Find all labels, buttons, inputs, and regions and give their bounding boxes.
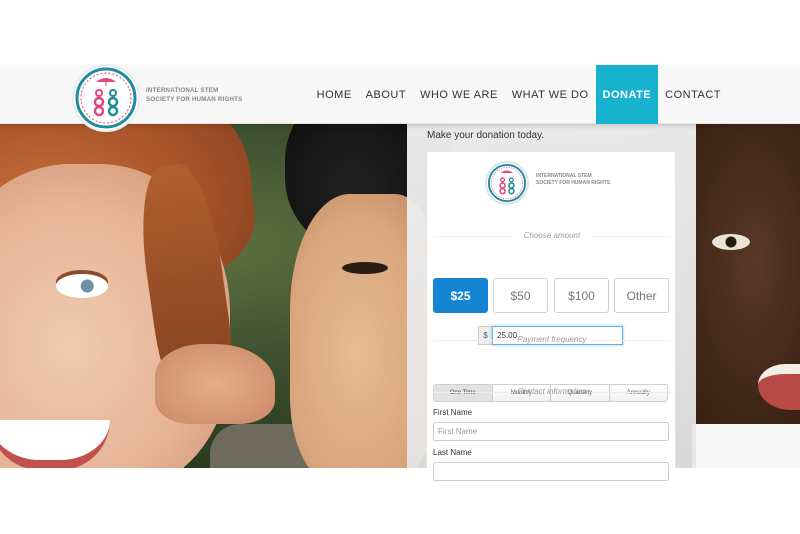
nav-about[interactable]: ABOUT (359, 65, 413, 124)
logo-emblem-icon (75, 67, 137, 129)
boy-eye (342, 262, 388, 274)
right-person-face (690, 124, 800, 468)
first-name-label: First Name (433, 408, 473, 417)
donation-heading: Make your donation today. (427, 130, 545, 141)
hand (155, 344, 275, 424)
last-name-label: Last Name (433, 448, 472, 457)
right-person-eye (712, 234, 750, 250)
right-person-shirt (692, 424, 800, 468)
amount-100-button[interactable]: $100 (554, 278, 609, 313)
first-name-input[interactable] (433, 422, 669, 441)
logo-emblem-icon (487, 163, 527, 203)
main-nav: HOME ABOUT WHO WE ARE WHAT WE DO DONATE … (310, 65, 728, 124)
brand-line-2: SOCIETY FOR HUMAN RIGHTS (146, 96, 243, 103)
contact-info-label: Contact information (433, 387, 671, 396)
last-name-input[interactable] (433, 462, 669, 481)
girl-eye (56, 274, 108, 298)
form-logo (485, 161, 529, 205)
amount-50-button[interactable]: $50 (493, 278, 548, 313)
form-brand-name: INTERNATIONAL STEM SOCIETY FOR HUMAN RIG… (536, 173, 626, 187)
nav-what-we-do[interactable]: WHAT WE DO (505, 65, 596, 124)
choose-amount-label: Choose amount (433, 231, 671, 240)
brand-name: INTERNATIONAL STEM SOCIETY FOR HUMAN RIG… (146, 86, 256, 104)
form-brand-line-2: SOCIETY FOR HUMAN RIGHTS (536, 180, 611, 186)
amount-other-button[interactable]: Other (614, 278, 669, 313)
donation-form: INTERNATIONAL STEM SOCIETY FOR HUMAN RIG… (426, 152, 676, 481)
nav-contact[interactable]: CONTACT (658, 65, 728, 124)
nav-home[interactable]: HOME (310, 65, 359, 124)
payment-frequency-label: Payment frequency (433, 335, 671, 344)
nav-who-we-are[interactable]: WHO WE ARE (413, 65, 505, 124)
donation-panel: Make your donation today. INTERNATIONAL … (407, 124, 696, 481)
site-logo[interactable] (72, 64, 140, 132)
nav-donate[interactable]: DONATE (595, 65, 659, 124)
form-brand-line-1: INTERNATIONAL STEM (536, 173, 592, 179)
amount-25-button[interactable]: $25 (433, 278, 488, 313)
brand-line-1: INTERNATIONAL STEM (146, 87, 219, 94)
